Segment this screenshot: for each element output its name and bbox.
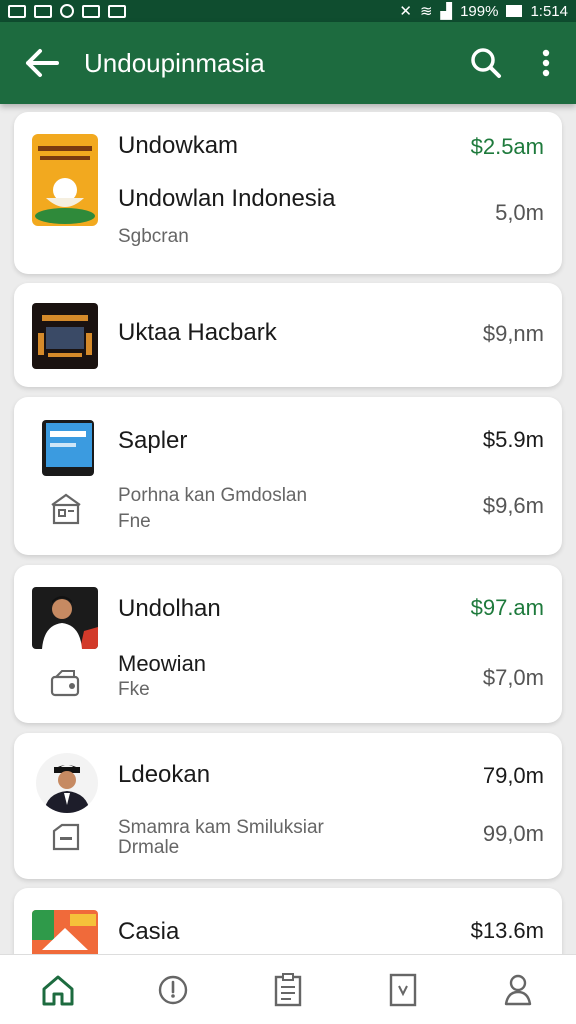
signal-icon: ▟: [440, 3, 453, 20]
item-price: $5.9m: [482, 427, 544, 452]
list-card[interactable]: Ldeokan 79,0m Smamra kam Smiluksiar 99,0…: [14, 733, 562, 879]
item-subtitle: Smamra kam Smiluksiar: [118, 817, 324, 838]
item-subtitle: Undowlan Indonesia: [118, 185, 336, 212]
status-left: [8, 4, 126, 18]
item-secondary-price: $9,6m: [482, 493, 544, 518]
item-title: Casia: [118, 918, 180, 945]
page-title: Undoupinmasia: [84, 47, 265, 78]
clipboard-icon[interactable]: [230, 955, 345, 1024]
item-secondary-price: 99,0m: [482, 821, 544, 846]
mute-icon: ✕: [399, 3, 412, 20]
battery-percent: 199%: [460, 2, 499, 20]
card-icon: [48, 819, 84, 855]
search-icon[interactable]: [456, 22, 516, 104]
wallet-icon: [48, 665, 84, 701]
book-icon[interactable]: [346, 955, 461, 1024]
avatar: [32, 587, 98, 649]
item-secondary-price: $7,0m: [482, 665, 544, 690]
status-right: ✕ ≋ ▟ 199% 1:514: [399, 2, 568, 21]
more-vertical-icon[interactable]: [516, 22, 576, 104]
tablet-thumbnail: [32, 417, 98, 477]
compass-icon[interactable]: [115, 955, 230, 1024]
battery-icon: [506, 5, 523, 17]
home-icon[interactable]: [0, 955, 115, 1024]
wifi-icon: ≋: [419, 3, 433, 20]
list-card[interactable]: Sapler $5.9m Porhna kan Gmdoslan $9,6m F…: [14, 397, 562, 555]
product-thumbnail: [32, 303, 98, 369]
clock: 1:514: [530, 2, 568, 20]
avatar: [36, 753, 98, 813]
bottom-navigation: [0, 954, 576, 1024]
list-card[interactable]: Undolhan $97.am Meowian $7,0m Fke: [14, 565, 562, 723]
item-price: $13.6m: [470, 918, 544, 943]
notification-icon: [34, 4, 52, 18]
item-title: Uktaa Hacbark: [118, 319, 277, 346]
item-price: $2.5am: [470, 134, 544, 159]
item-meta: Sgbcran: [118, 226, 189, 247]
list-card[interactable]: Undowkam $2.5am Undowlan Indonesia 5,0m …: [14, 112, 562, 274]
notification-icon: [82, 4, 100, 18]
item-subtitle: Porhna kan Gmdoslan: [118, 485, 308, 506]
product-thumbnail: [32, 134, 98, 226]
item-title: Sapler: [118, 427, 188, 454]
item-meta: Drmale: [118, 837, 180, 858]
item-secondary-price: 5,0m: [495, 200, 544, 225]
list-card[interactable]: Uktaa Hacbark $9,nm: [14, 283, 562, 387]
item-price: 79,0m: [482, 763, 544, 788]
store-icon: [48, 491, 84, 527]
status-bar: ✕ ≋ ▟ 199% 1:514: [0, 0, 576, 22]
app-bar: Undoupinmasia: [0, 22, 576, 104]
item-title: Undowkam: [118, 132, 239, 159]
back-arrow-icon[interactable]: [0, 22, 84, 104]
item-meta: Fke: [118, 679, 150, 700]
item-price: $97.am: [470, 595, 544, 620]
sync-icon: [60, 4, 74, 18]
notification-icon: [8, 4, 26, 18]
item-title: Ldeokan: [118, 761, 211, 788]
profile-icon[interactable]: [461, 955, 576, 1024]
item-subtitle: Meowian: [118, 651, 207, 676]
item-title: Undolhan: [118, 595, 221, 622]
notification-icon: [108, 4, 126, 18]
item-meta: Fne: [118, 511, 151, 532]
item-price: $9,nm: [482, 321, 544, 346]
